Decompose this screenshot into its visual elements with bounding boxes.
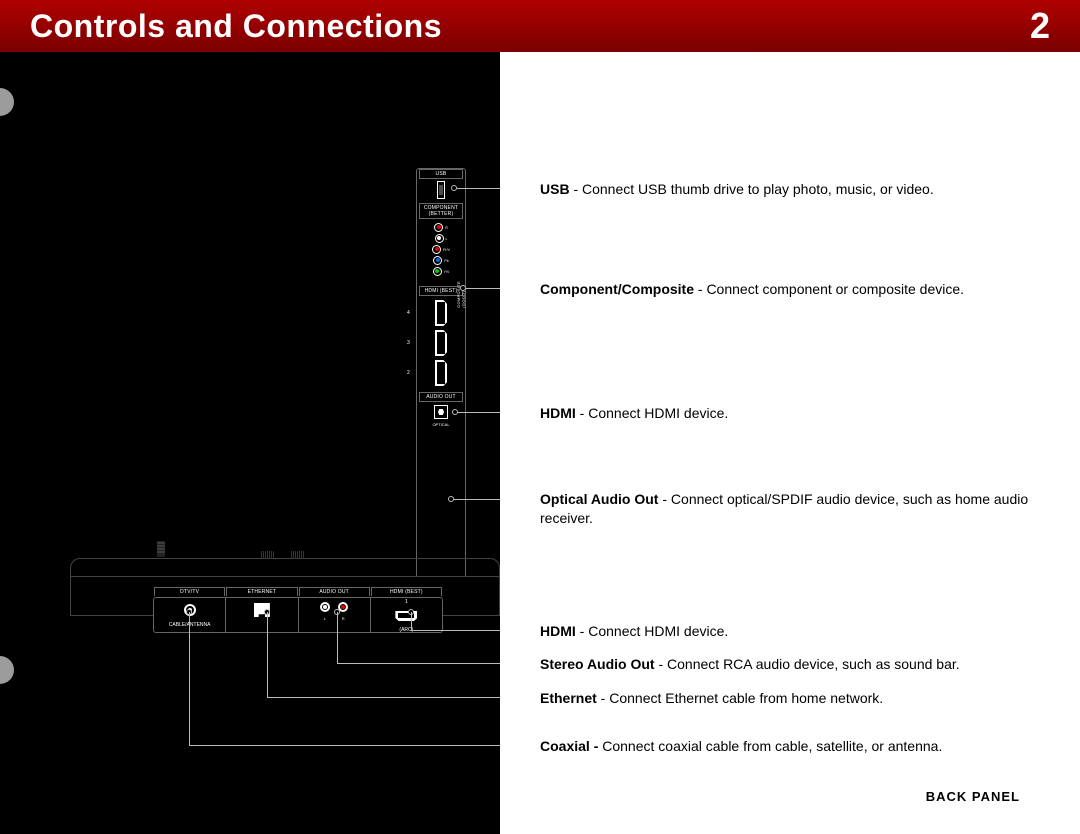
component-ports: COMPOSITE (GOOD) R L Pr/V Pb Y/V [417, 219, 465, 280]
component-label: COMPONENT(BETTER) [419, 203, 463, 219]
thumb-tab-icon [0, 88, 14, 116]
hdmi-port-icon [395, 611, 417, 621]
desc-hdmi-side: HDMI - Connect HDMI device. [540, 404, 728, 423]
rca-pr-icon [432, 245, 441, 254]
rca-white-icon [320, 602, 330, 612]
ethernet-cell: ETHERNET [226, 598, 298, 632]
optical-label: OPTICAL [417, 422, 465, 427]
description-area [500, 52, 1080, 834]
page-number: 6 [490, 806, 497, 820]
desc-usb: USB - Connect USB thumb drive to play ph… [540, 180, 934, 199]
vent-icon [291, 551, 304, 559]
tv-rear-diagram: DTV/TV CABLE/ANTENNA ETHERNET AUDIO OUT … [70, 558, 500, 748]
section-footer-label: BACK PANEL [926, 789, 1020, 804]
hdmi-port-icon [435, 300, 447, 326]
side-port-strip: USB COMPONENT(BETTER) COMPOSITE (GOOD) R… [416, 168, 466, 588]
rca-red-icon [434, 223, 443, 232]
chapter-title: Controls and Connections [0, 0, 1080, 52]
desc-component: Component/Composite - Connect component … [540, 280, 964, 299]
coax-cell: DTV/TV CABLE/ANTENNA [154, 598, 226, 632]
vent-icon [261, 551, 274, 559]
audio-out-side-label: AUDIO OUT [419, 392, 463, 402]
usb-label: USB [419, 169, 463, 179]
hdmi-port-icon [435, 360, 447, 386]
desc-hdmi-bottom: HDMI - Connect HDMI device. [540, 622, 728, 641]
diagram-area: USB COMPONENT(BETTER) COMPOSITE (GOOD) R… [0, 52, 500, 834]
rca-white-icon [435, 234, 444, 243]
stand-screw-icon [151, 541, 171, 557]
page-body: USB COMPONENT(BETTER) COMPOSITE (GOOD) R… [0, 52, 1080, 834]
desc-coaxial: Coaxial - Connect coaxial cable from cab… [540, 737, 942, 756]
thumb-tab-icon [0, 656, 14, 684]
desc-optical: Optical Audio Out - Connect optical/SPDI… [540, 490, 1040, 528]
rca-pb-icon [433, 256, 442, 265]
usb-port-icon [437, 181, 445, 199]
chapter-number: 2 [1030, 0, 1050, 52]
chapter-header: Controls and Connections 2 [0, 0, 1080, 52]
desc-ethernet: Ethernet - Connect Ethernet cable from h… [540, 689, 883, 708]
audio-out-cell: AUDIO OUT LR [299, 598, 371, 632]
bottom-port-strip: DTV/TV CABLE/ANTENNA ETHERNET AUDIO OUT … [153, 597, 443, 633]
rca-y-icon [433, 267, 442, 276]
hdmi-port-icon [435, 330, 447, 356]
desc-stereo: Stereo Audio Out - Connect RCA audio dev… [540, 655, 960, 674]
optical-port-icon [434, 405, 448, 419]
hdmi-bottom-cell: HDMI (BEST) 1 (ARC) [371, 598, 442, 632]
